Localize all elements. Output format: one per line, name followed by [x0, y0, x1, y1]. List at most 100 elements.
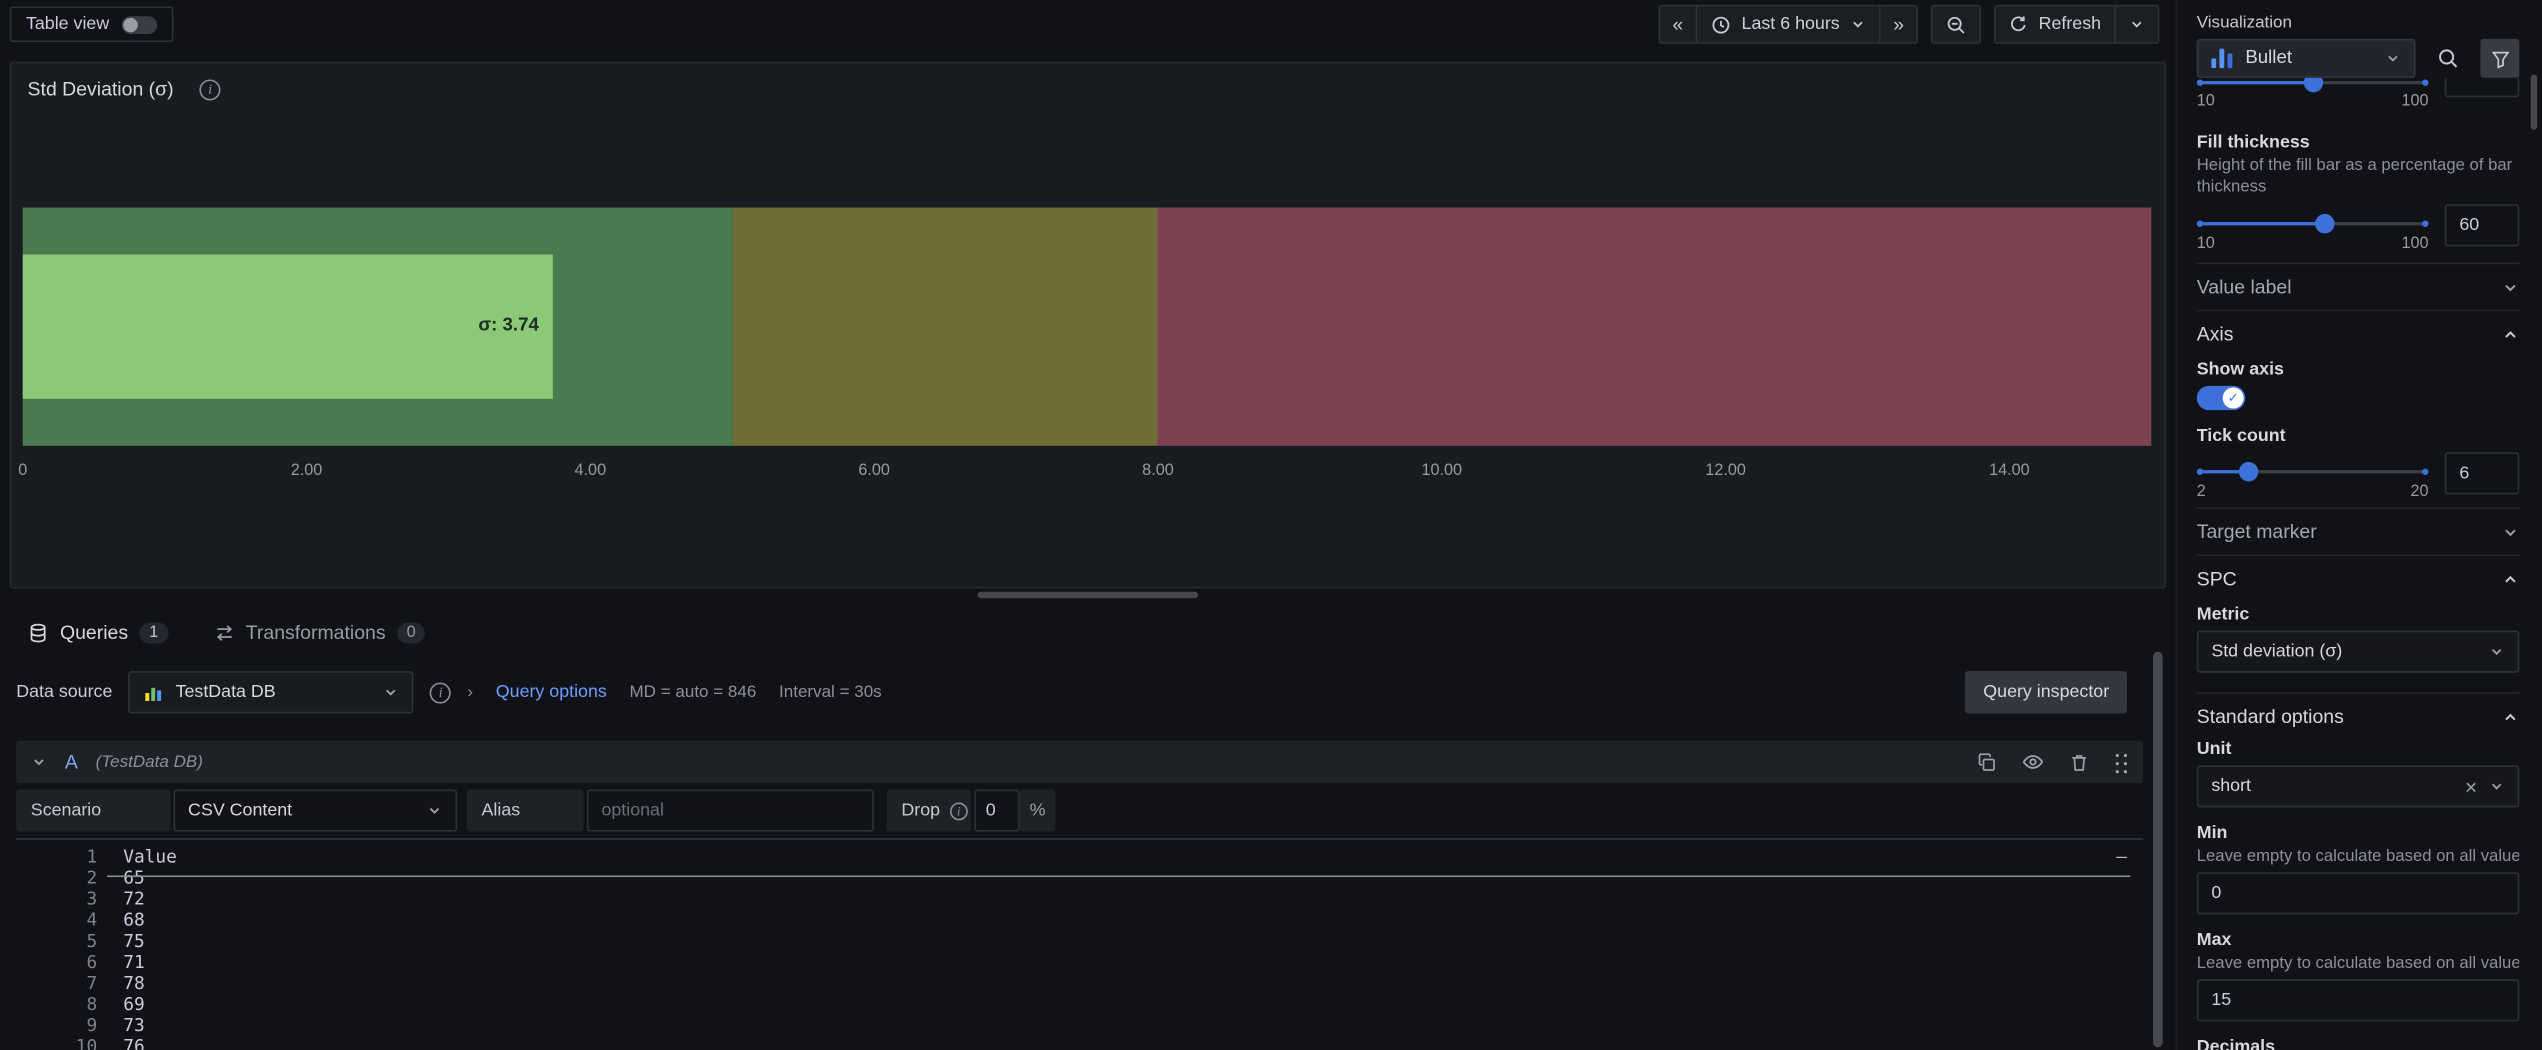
section-spc[interactable]: SPC — [2197, 556, 2520, 601]
refresh-interval-dropdown[interactable] — [2114, 4, 2160, 44]
tick-count-input[interactable] — [2444, 452, 2520, 495]
section-value-label[interactable]: Value label — [2197, 264, 2520, 309]
zoom-out-button[interactable] — [1931, 4, 1982, 44]
chevron-down-icon — [429, 807, 440, 814]
hide-query-eye-icon[interactable] — [2022, 751, 2045, 774]
duplicate-query-icon[interactable] — [1976, 751, 1997, 772]
time-range-button[interactable]: Last 6 hours — [1696, 4, 1881, 44]
chevron-up-icon — [2505, 330, 2516, 338]
line-number: 10 — [75, 1035, 98, 1050]
line-number: 1 — [86, 846, 98, 868]
show-axis-toggle[interactable]: ✓ — [2196, 386, 2246, 411]
unit-select[interactable]: short × — [2196, 765, 2520, 808]
zoom-out-icon — [1948, 16, 1966, 33]
bullet-chart: σ: 3.74 — [22, 207, 2152, 446]
tab-transformations-label: Transformations — [245, 620, 386, 644]
refresh-group: Refresh — [1994, 4, 2160, 44]
editor-fold-icon[interactable]: — — [2116, 846, 2127, 867]
filter-options-button[interactable] — [2480, 38, 2520, 78]
scenario-select[interactable]: CSV Content — [173, 789, 458, 832]
refresh-button[interactable]: Refresh — [1994, 4, 2116, 44]
query-row-header[interactable]: A (TestData DB) — [16, 740, 2144, 784]
section-standard-options[interactable]: Standard options — [2197, 694, 2520, 739]
section-target-marker[interactable]: Target marker — [2197, 509, 2520, 554]
code-line[interactable]: 5 75 — [16, 931, 2143, 952]
tick-count-slider[interactable]: 2 20 — [2196, 449, 2429, 501]
code-line[interactable]: 8 69 — [16, 994, 2143, 1015]
code-line[interactable]: 4 68 — [16, 909, 2143, 930]
time-shift-back-button[interactable]: « — [1657, 4, 1698, 44]
scenario-row: Scenario CSV Content Alias Drop i % — [16, 789, 2159, 832]
switch-knob — [123, 17, 139, 32]
slider-thumb[interactable] — [2302, 77, 2323, 93]
alias-input[interactable] — [586, 789, 874, 832]
collapse-chevron-icon[interactable] — [31, 754, 47, 770]
slider-fill — [2199, 81, 2313, 85]
cropped-option-input[interactable] — [2444, 77, 2520, 98]
table-view-toggle[interactable]: Table view — [9, 6, 175, 43]
table-view-label: Table view — [25, 14, 110, 35]
code-line[interactable]: 9 73 — [16, 1015, 2143, 1036]
max-input[interactable] — [2196, 979, 2520, 1022]
fill-thickness-input[interactable] — [2444, 204, 2520, 247]
bullet-x-axis: 0 2.00 4.00 6.00 8.00 10.00 12.00 14.00 — [18, 462, 2152, 485]
datasource-label: Data source — [16, 682, 113, 702]
code-line[interactable]: 1 Value — [16, 846, 2143, 878]
drop-percent-input[interactable] — [974, 789, 1020, 832]
chevron-down-icon — [2505, 284, 2516, 291]
panel-info-icon[interactable]: i — [199, 78, 221, 100]
clear-icon[interactable]: × — [2465, 776, 2477, 797]
database-icon — [30, 622, 46, 642]
code-line[interactable]: 7 78 — [16, 973, 2143, 994]
code-line[interactable]: 3 72 — [16, 888, 2143, 909]
grafana-panel-editor: Table view « Last 6 hours » Refresh Std … — [0, 0, 2542, 1050]
axis-tick-label: 6.00 — [858, 462, 890, 480]
fill-thickness-option: Fill thickness Height of the fill bar as… — [2196, 133, 2520, 253]
table-view-switch[interactable] — [122, 15, 158, 34]
fill-thickness-slider[interactable]: 10 100 — [2196, 201, 2429, 253]
min-label: Min — [2196, 823, 2228, 844]
scenario-value: CSV Content — [188, 800, 293, 821]
slider-thumb[interactable] — [2238, 462, 2258, 482]
query-inspector-button[interactable]: Query inspector — [1965, 671, 2128, 714]
panel-header: Std Deviation (σ) i — [11, 63, 2164, 115]
code-line[interactable]: 10 76 — [16, 1036, 2143, 1050]
cropped-option-slider[interactable]: 10 100 — [2196, 77, 2429, 110]
csv-content-editor[interactable]: 1Value26537246857567177886997310761172 — — [16, 838, 2144, 1050]
line-number: 4 — [86, 909, 98, 931]
visualization-picker[interactable]: Bullet — [2196, 38, 2416, 78]
metric-label: Metric — [2196, 604, 2250, 625]
slider-thumb[interactable] — [2315, 214, 2336, 234]
code-line[interactable]: 2 65 — [16, 867, 2143, 888]
drop-info-icon[interactable]: i — [949, 801, 968, 820]
section-title: Target marker — [2196, 520, 2317, 544]
datasource-picker[interactable]: TestData DB — [128, 671, 414, 714]
bullet-value-label: σ: 3.74 — [478, 316, 539, 337]
tab-queries[interactable]: Queries 1 — [28, 621, 168, 644]
axis-tick-label: 4.00 — [574, 462, 607, 480]
min-input[interactable] — [2196, 872, 2520, 915]
visualization-label: Visualization — [2196, 12, 2292, 33]
bullet-viz-icon — [2211, 48, 2233, 69]
tab-transformations[interactable]: Transformations 0 — [213, 620, 426, 644]
query-section-scrollbar[interactable] — [2152, 651, 2163, 1048]
delete-query-trash-icon[interactable] — [2069, 751, 2090, 772]
slider-min-dot — [2196, 468, 2204, 476]
section-axis[interactable]: Axis — [2197, 311, 2520, 356]
sidebar-scrollbar[interactable] — [2530, 74, 2538, 130]
axis-options: Show axis ✓ Tick count 2 20 — [2196, 360, 2520, 501]
search-options-button[interactable] — [2429, 39, 2468, 78]
alias-label: Alias — [466, 789, 584, 832]
slider-min-dot — [2196, 220, 2204, 228]
query-options-link[interactable]: Query options — [496, 683, 607, 702]
time-shift-forward-button[interactable]: » — [1878, 4, 1919, 44]
line-number: 5 — [86, 930, 98, 952]
line-text: 69 — [123, 993, 145, 1015]
panel-resize-handle[interactable] — [977, 591, 1199, 599]
slider-max-dot — [2422, 79, 2429, 86]
drag-handle-icon[interactable] — [2114, 751, 2129, 772]
code-line[interactable]: 6 71 — [16, 952, 2143, 973]
metric-select[interactable]: Std deviation (σ) — [2196, 630, 2520, 674]
datasource-help-icon[interactable]: i — [430, 681, 452, 703]
transform-icon — [216, 624, 232, 641]
